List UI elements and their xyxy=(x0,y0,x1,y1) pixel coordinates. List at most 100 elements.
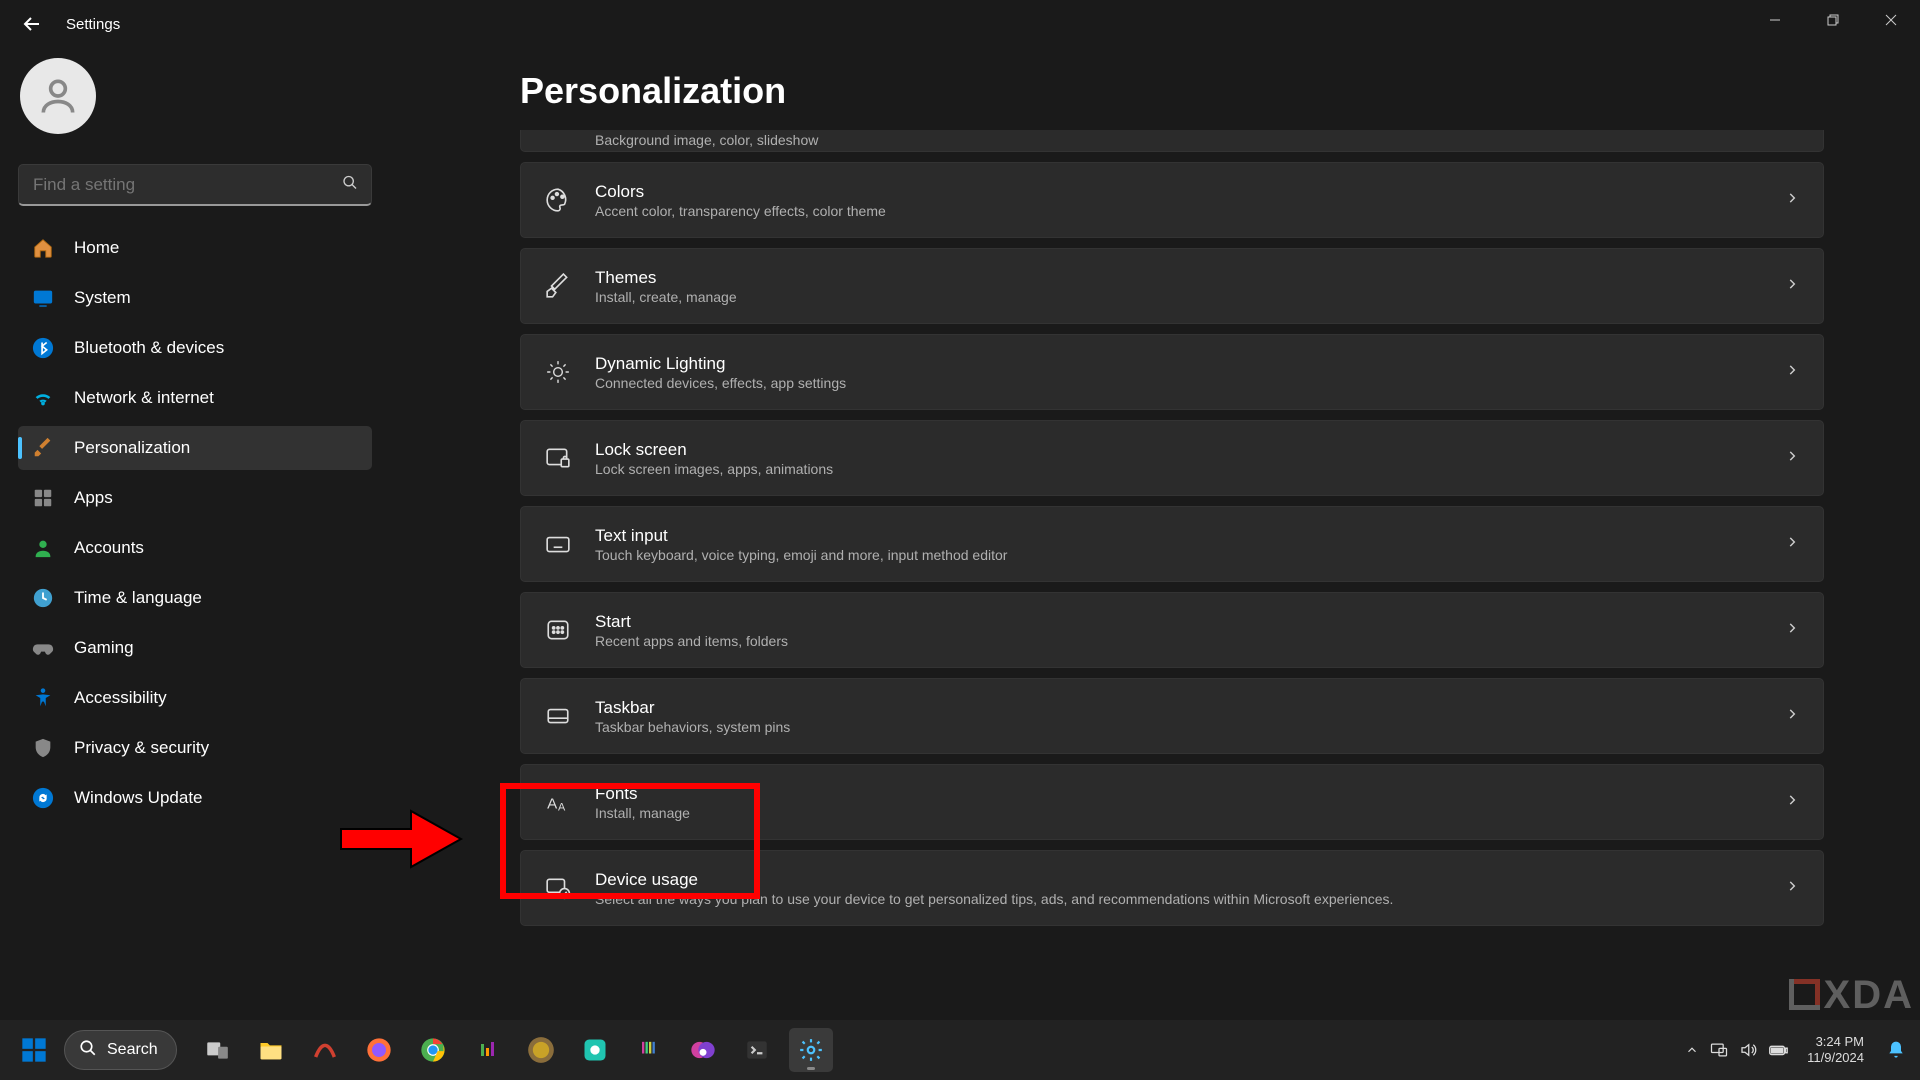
sidebar-item-label: Personalization xyxy=(74,438,190,458)
card-title: Colors xyxy=(595,182,1785,202)
card-sub: Background image, color, slideshow xyxy=(595,132,1799,148)
card-title: Text input xyxy=(595,526,1785,546)
back-button[interactable] xyxy=(20,12,44,36)
sidebar-item-accounts[interactable]: Accounts xyxy=(18,526,372,570)
card-sub: Select all the ways you plan to use your… xyxy=(595,891,1785,907)
minimize-button[interactable] xyxy=(1746,0,1804,40)
volume-icon[interactable] xyxy=(1739,1041,1757,1059)
battery-icon[interactable] xyxy=(1767,1039,1789,1061)
settings-card-background[interactable]: Background image, color, slideshow xyxy=(520,130,1824,152)
sidebar-item-label: Apps xyxy=(74,488,113,508)
card-sub: Accent color, transparency effects, colo… xyxy=(595,203,1785,219)
taskbar-search[interactable]: Search xyxy=(64,1030,177,1070)
search-input[interactable] xyxy=(18,164,372,206)
sidebar-item-system[interactable]: System xyxy=(18,276,372,320)
start-icon xyxy=(545,617,571,643)
sidebar-item-bluetooth[interactable]: Bluetooth & devices xyxy=(18,326,372,370)
watermark: XDA xyxy=(1794,973,1914,1018)
clock[interactable]: 3:24 PM 11/9/2024 xyxy=(1807,1034,1864,1067)
card-sub: Install, manage xyxy=(595,805,1785,821)
card-sub: Connected devices, effects, app settings xyxy=(595,375,1785,391)
sidebar-item-label: Accessibility xyxy=(74,688,167,708)
sidebar-item-privacy[interactable]: Privacy & security xyxy=(18,726,372,770)
taskbar-app-terminal[interactable] xyxy=(735,1028,779,1072)
sidebar: Home System Bluetooth & devices Network … xyxy=(0,48,390,1080)
device-usage-icon xyxy=(545,875,571,901)
chevron-right-icon xyxy=(1785,449,1799,468)
sidebar-item-label: Privacy & security xyxy=(74,738,209,758)
taskbar-icon xyxy=(545,703,571,729)
settings-card-start[interactable]: StartRecent apps and items, folders xyxy=(520,592,1824,668)
lock-screen-icon xyxy=(545,445,571,471)
taskbar-app-settings[interactable] xyxy=(789,1028,833,1072)
nav-list: Home System Bluetooth & devices Network … xyxy=(18,226,372,820)
system-tray[interactable] xyxy=(1685,1039,1789,1061)
chevron-right-icon xyxy=(1785,277,1799,296)
settings-card-text-input[interactable]: Text inputTouch keyboard, voice typing, … xyxy=(520,506,1824,582)
close-button[interactable] xyxy=(1862,0,1920,40)
maximize-button[interactable] xyxy=(1804,0,1862,40)
card-sub: Lock screen images, apps, animations xyxy=(595,461,1785,477)
notifications-button[interactable] xyxy=(1880,1032,1912,1068)
sidebar-item-network[interactable]: Network & internet xyxy=(18,376,372,420)
update-icon xyxy=(32,787,54,809)
chevron-up-icon[interactable] xyxy=(1685,1043,1699,1057)
window-controls xyxy=(1746,0,1920,40)
card-sub: Recent apps and items, folders xyxy=(595,633,1785,649)
search-box[interactable] xyxy=(18,164,372,206)
settings-card-taskbar[interactable]: TaskbarTaskbar behaviors, system pins xyxy=(520,678,1824,754)
taskbar-app-generic-4[interactable] xyxy=(573,1028,617,1072)
taskbar-app-generic-1[interactable] xyxy=(303,1028,347,1072)
sidebar-item-label: Home xyxy=(74,238,119,258)
clock-icon xyxy=(32,587,54,609)
chevron-right-icon xyxy=(1785,621,1799,640)
sidebar-item-home[interactable]: Home xyxy=(18,226,372,270)
card-title: Dynamic Lighting xyxy=(595,354,1785,374)
card-title: Lock screen xyxy=(595,440,1785,460)
taskbar-app-taskview[interactable] xyxy=(195,1028,239,1072)
taskbar-search-label: Search xyxy=(107,1041,158,1059)
avatar xyxy=(20,58,96,134)
fonts-icon: AA xyxy=(545,789,571,815)
tray-monitor-icon[interactable] xyxy=(1709,1040,1729,1060)
profile[interactable] xyxy=(18,48,372,164)
card-title: Start xyxy=(595,612,1785,632)
sidebar-item-label: Network & internet xyxy=(74,388,214,408)
chevron-right-icon xyxy=(1785,879,1799,898)
card-title: Taskbar xyxy=(595,698,1785,718)
start-button[interactable] xyxy=(12,1028,56,1072)
taskbar-app-explorer[interactable] xyxy=(249,1028,293,1072)
sidebar-item-personalization[interactable]: Personalization xyxy=(18,426,372,470)
settings-card-dynamic-lighting[interactable]: Dynamic LightingConnected devices, effec… xyxy=(520,334,1824,410)
wifi-icon xyxy=(32,387,54,409)
paintbrush-icon xyxy=(32,437,54,459)
search-icon xyxy=(79,1039,97,1062)
sidebar-item-label: Bluetooth & devices xyxy=(74,338,224,358)
card-sub: Install, create, manage xyxy=(595,289,1785,305)
sidebar-item-update[interactable]: Windows Update xyxy=(18,776,372,820)
gaming-icon xyxy=(32,637,54,659)
taskbar-app-chrome[interactable] xyxy=(411,1028,455,1072)
settings-card-lock-screen[interactable]: Lock screenLock screen images, apps, ani… xyxy=(520,420,1824,496)
accessibility-icon xyxy=(32,687,54,709)
svg-text:A: A xyxy=(558,802,566,814)
taskbar-app-generic-2[interactable] xyxy=(465,1028,509,1072)
taskbar-app-generic-3[interactable] xyxy=(519,1028,563,1072)
sidebar-item-apps[interactable]: Apps xyxy=(18,476,372,520)
taskbar-app-firefox[interactable] xyxy=(357,1028,401,1072)
taskbar-app-generic-5[interactable] xyxy=(627,1028,671,1072)
sidebar-item-accessibility[interactable]: Accessibility xyxy=(18,676,372,720)
sidebar-item-time[interactable]: Time & language xyxy=(18,576,372,620)
sidebar-item-label: Time & language xyxy=(74,588,202,608)
settings-card-themes[interactable]: ThemesInstall, create, manage xyxy=(520,248,1824,324)
sidebar-item-gaming[interactable]: Gaming xyxy=(18,626,372,670)
sidebar-item-label: System xyxy=(74,288,131,308)
taskbar-app-generic-6[interactable] xyxy=(681,1028,725,1072)
card-title: Device usage xyxy=(595,870,1785,890)
apps-icon xyxy=(32,487,54,509)
settings-card-colors[interactable]: ColorsAccent color, transparency effects… xyxy=(520,162,1824,238)
chevron-right-icon xyxy=(1785,191,1799,210)
settings-card-fonts[interactable]: AA FontsInstall, manage xyxy=(520,764,1824,840)
system-icon xyxy=(32,287,54,309)
settings-card-device-usage[interactable]: Device usageSelect all the ways you plan… xyxy=(520,850,1824,926)
